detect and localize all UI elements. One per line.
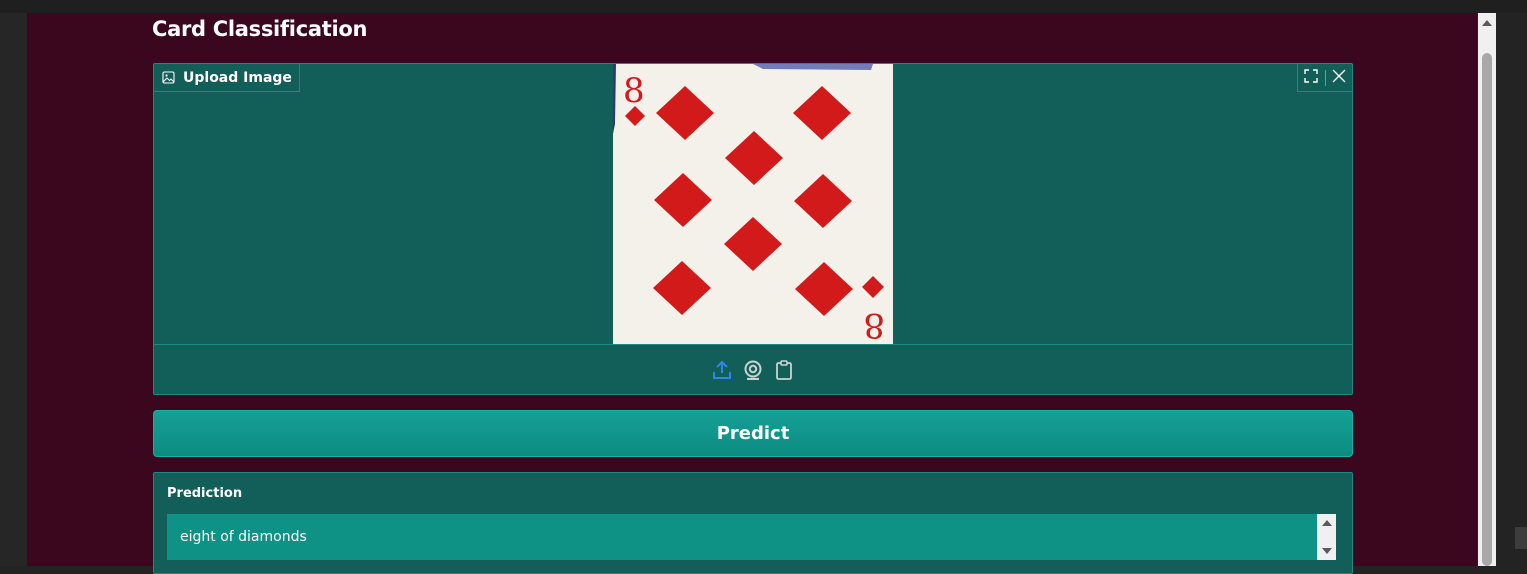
left-gutter (0, 13, 27, 566)
page-scroll-up-icon[interactable] (1482, 20, 1492, 26)
uploaded-card-image: 8 8 (613, 64, 893, 344)
prediction-scrollbar[interactable] (1317, 514, 1336, 560)
scroll-up-arrow-icon[interactable] (1322, 520, 1332, 526)
upload-image-label-text: Upload Image (183, 69, 292, 86)
image-source-bar (154, 344, 1352, 395)
browser-top-bar (0, 0, 1527, 13)
fullscreen-icon[interactable] (1304, 68, 1318, 87)
image-upload-panel[interactable]: Upload Image 8 8 (153, 63, 1353, 395)
close-icon[interactable] (1332, 68, 1346, 87)
predict-button[interactable]: Predict (153, 410, 1353, 457)
edge-tab (1515, 527, 1527, 549)
upload-icon[interactable] (712, 360, 733, 381)
right-edge (1496, 13, 1527, 566)
prediction-label: Prediction (167, 486, 243, 501)
image-panel-tools (1297, 64, 1352, 92)
card-rank-bottom: 8 (863, 305, 885, 344)
clipboard-icon[interactable] (774, 360, 795, 381)
tool-separator (1324, 69, 1326, 86)
app-container: Card Classification Upload Image 8 8 Pre… (27, 13, 1477, 574)
prediction-output[interactable]: eight of diamonds (167, 514, 1336, 560)
page-scroll-thumb[interactable] (1482, 53, 1492, 566)
image-icon (162, 71, 175, 84)
page-title: Card Classification (152, 17, 368, 41)
prediction-value: eight of diamonds (180, 529, 307, 545)
page-scrollbar[interactable] (1478, 13, 1496, 566)
upload-image-label: Upload Image (154, 64, 300, 92)
card-rank-top: 8 (623, 71, 645, 111)
webcam-icon[interactable] (743, 360, 764, 381)
scroll-down-arrow-icon[interactable] (1322, 548, 1332, 554)
prediction-block: Prediction eight of diamonds (153, 472, 1353, 574)
